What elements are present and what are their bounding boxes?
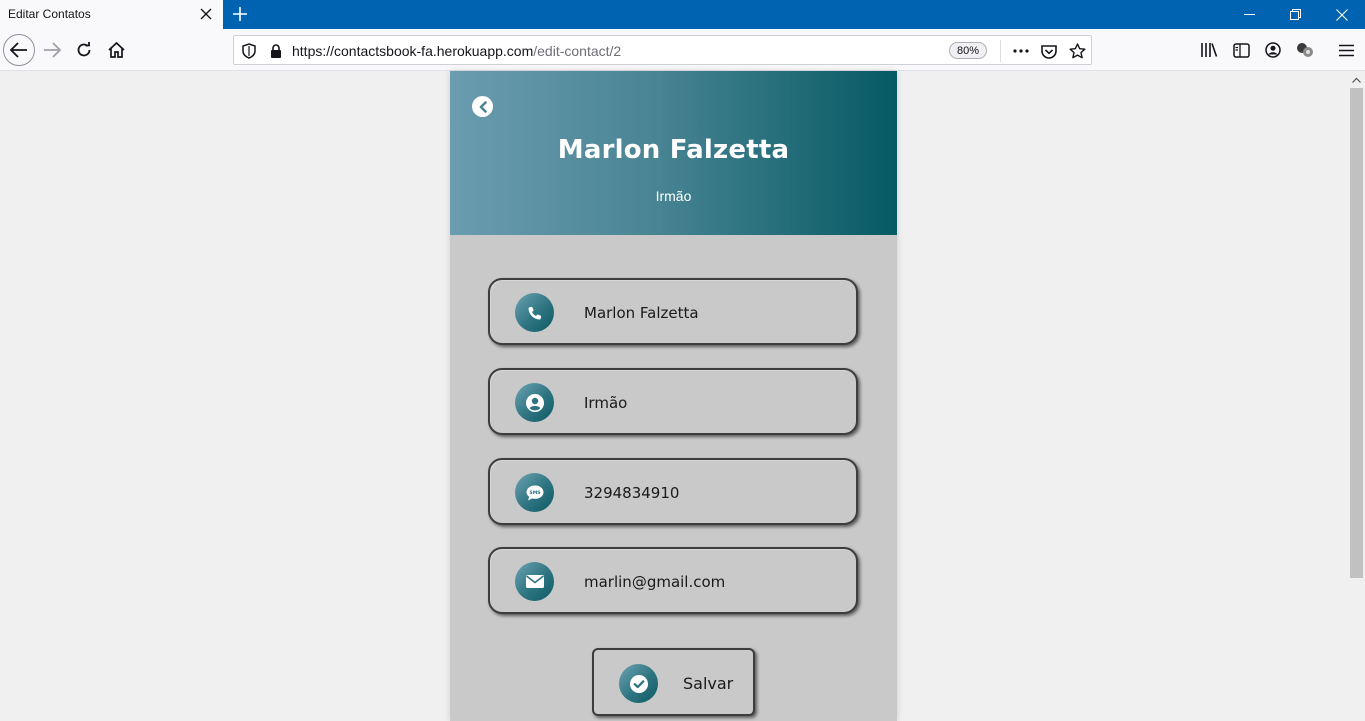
check-icon — [619, 664, 658, 703]
url-separator — [1000, 40, 1001, 62]
navigation-toolbar: https://contactsbook-fa.herokuapp.com/ed… — [0, 29, 1365, 71]
user-icon — [515, 383, 554, 422]
phone-field[interactable]: SMS 3294834910 — [488, 458, 858, 525]
url-bar[interactable]: https://contactsbook-fa.herokuapp.com/ed… — [233, 35, 1092, 65]
minimize-icon[interactable] — [1226, 0, 1272, 29]
relation-field-value: Irmão — [584, 394, 628, 412]
save-button[interactable]: Salvar — [592, 648, 755, 716]
phone-icon — [515, 293, 554, 332]
url-host: https://contactsbook-fa.herokuapp.com — [292, 43, 534, 59]
url-text: https://contactsbook-fa.herokuapp.com/ed… — [292, 43, 621, 59]
tab-active[interactable]: Editar Contatos — [0, 0, 223, 29]
pocket-icon[interactable] — [1039, 41, 1059, 61]
mail-icon — [515, 562, 554, 601]
phone-field-value: 3294834910 — [584, 484, 680, 502]
tab-strip: Editar Contatos — [0, 0, 1365, 29]
contact-header: Marlon Falzetta Irmão — [450, 71, 897, 235]
svg-text:SMS: SMS — [529, 490, 540, 496]
tab-close-icon[interactable] — [197, 5, 215, 23]
reload-icon[interactable] — [69, 35, 99, 65]
back-icon[interactable] — [3, 34, 35, 66]
forward-icon[interactable] — [37, 35, 67, 65]
scroll-up-icon[interactable] — [1348, 71, 1365, 88]
sms-icon: SMS — [515, 473, 554, 512]
sidebar-icon[interactable] — [1231, 40, 1251, 60]
zoom-level[interactable]: 80% — [949, 42, 987, 59]
scroll-thumb[interactable] — [1350, 88, 1363, 578]
contact-name-title: Marlon Falzetta — [557, 135, 790, 165]
url-path: /edit-contact/2 — [533, 43, 622, 59]
contact-relation-subtitle: Irmão — [655, 188, 692, 204]
account-icon[interactable] — [1263, 40, 1283, 60]
shield-icon[interactable] — [239, 41, 259, 61]
new-tab-icon[interactable] — [229, 3, 251, 25]
contact-edit-card: Marlon Falzetta Irmão Marlon Falzetta Ir… — [450, 71, 897, 721]
tab-title: Editar Contatos — [8, 7, 91, 21]
relation-field[interactable]: Irmão — [488, 368, 858, 435]
lock-icon[interactable] — [266, 41, 286, 61]
home-icon[interactable] — [101, 35, 131, 65]
more-actions-icon[interactable] — [1011, 41, 1031, 61]
restore-icon[interactable] — [1272, 0, 1318, 29]
name-field-value: Marlon Falzetta — [584, 304, 699, 322]
menu-icon[interactable] — [1336, 40, 1356, 60]
bookmark-star-icon[interactable] — [1067, 41, 1087, 61]
name-field[interactable]: Marlon Falzetta — [488, 278, 858, 345]
save-button-label: Salvar — [683, 674, 734, 693]
page-scrollbar[interactable] — [1348, 71, 1365, 721]
close-window-icon[interactable] — [1319, 0, 1365, 29]
library-icon[interactable] — [1199, 40, 1219, 60]
back-arrow-icon[interactable] — [472, 96, 493, 117]
extension-icon[interactable] — [1295, 40, 1315, 60]
email-field[interactable]: marlin@gmail.com — [488, 547, 858, 614]
email-field-value: marlin@gmail.com — [584, 573, 726, 591]
